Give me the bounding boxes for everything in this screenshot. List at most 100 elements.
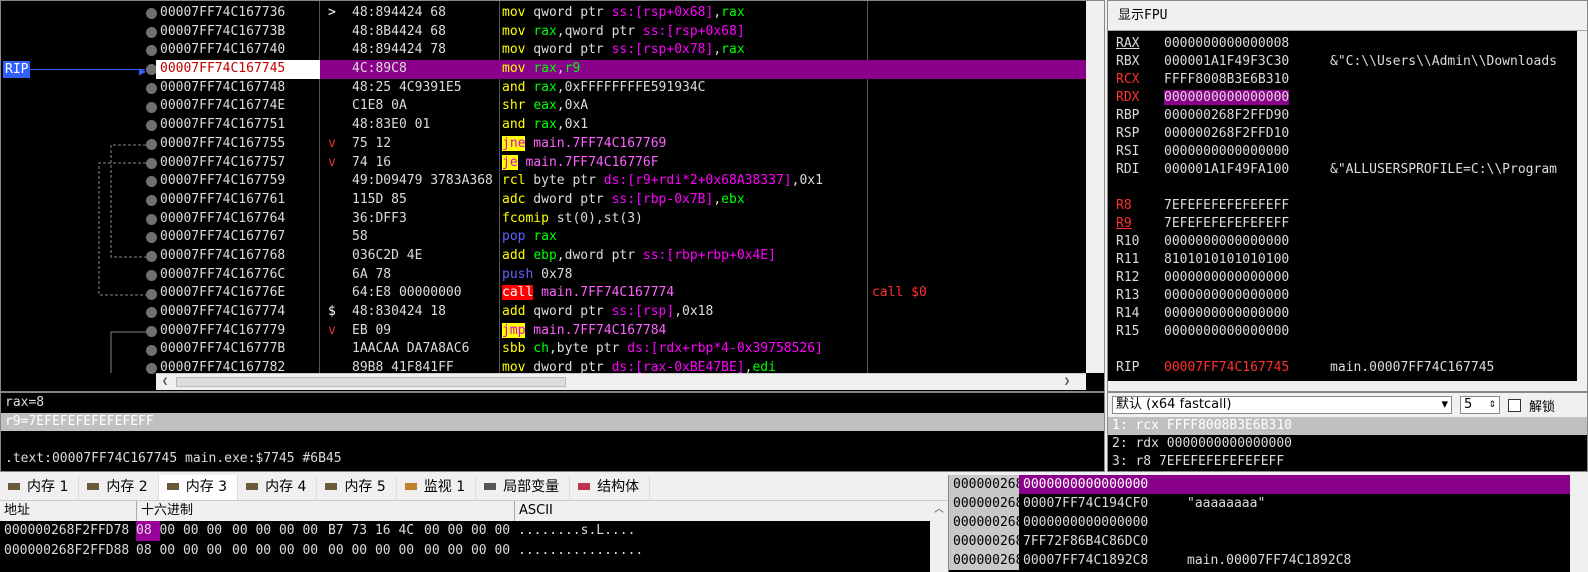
register-row[interactable]: R14 0000000000000000 <box>1116 305 1330 323</box>
disasm-row[interactable]: 00007FF74C167764 36:DFF3 fcomip st(0),st(3… <box>156 210 1086 229</box>
call-argument-row[interactable]: 1: rcx FFFF8008B3E6B310 <box>1108 417 1587 435</box>
disassembly-pane[interactable]: RIP ▶ 00007FF74C167736 >48:894424 68 mov q… <box>0 0 1105 392</box>
stack-row[interactable]: 000000268F2FFD30 00007FF74C1892C8 main.000… <box>949 551 1588 570</box>
register-value[interactable]: 00007FF74C167745 <box>1164 360 1289 373</box>
register-value[interactable]: 8101010101010100 <box>1164 252 1289 267</box>
disassembly-horizontal-scrollbar[interactable]: ❮ ❯ <box>156 373 1086 390</box>
call-argument-row[interactable]: 2: rdx 0000000000000000 <box>1108 435 1587 453</box>
disasm-row[interactable]: 00007FF74C167748 48:25 4C9391E5 and rax,0x… <box>156 79 1086 98</box>
memory-dump[interactable]: 地址 十六进制 ASCII 000000268F2FFD78 08 00 00 0… <box>0 501 930 572</box>
disasm-row[interactable]: 00007FF74C167761 115D 85 adc dword ptr ss:… <box>156 191 1086 210</box>
register-value[interactable]: 0000000000000000 <box>1164 90 1290 105</box>
call-arguments-pane[interactable]: 默认 (x64 fastcall) ▾ 5 ⇕ 解锁 1: rcx FFFF8008… <box>1107 392 1588 472</box>
tab-3[interactable]: 内存 3 <box>158 475 239 500</box>
convention-select[interactable]: 默认 (x64 fastcall) ▾ <box>1112 396 1452 414</box>
register-row[interactable]: RAX 0000000000000008 <box>1116 35 1330 53</box>
register-row[interactable]: R13 0000000000000000 <box>1116 287 1330 305</box>
register-value[interactable]: 000000268F2FFD10 <box>1164 126 1289 141</box>
dump-ascii[interactable]: ........s.L.... <box>518 521 635 541</box>
address-column-header[interactable]: 地址 <box>0 501 30 521</box>
register-value[interactable]: 0000000000000000 <box>1164 288 1289 303</box>
disasm-row[interactable]: 00007FF74C167745 4C:89C8 mov rax,r9 <box>156 60 1086 79</box>
disasm-row[interactable]: 00007FF74C167755 v 75 12 jne main.7FF74C167… <box>156 135 1086 154</box>
tab-7[interactable]: 局部变量 <box>476 475 571 500</box>
stack-row[interactable]: 000000268F2FFD28 7FF72F86B4C86DC0 <box>949 532 1588 551</box>
dump-ascii[interactable]: ................ <box>518 541 643 561</box>
disasm-row[interactable]: 00007FF74C167740 48:894424 78 mov qword pt… <box>156 41 1086 60</box>
disasm-row[interactable]: 00007FF74C167757 v 74 16 je main.7FF74C1677… <box>156 154 1086 173</box>
disasm-row[interactable]: 00007FF74C167774 $48:830424 18 add qword p… <box>156 303 1086 322</box>
register-row[interactable]: R11 8101010101010100 <box>1116 251 1330 269</box>
register-row[interactable]: R9 7EFEFEFEFEFEFEFF <box>1116 215 1330 233</box>
tab-4[interactable]: 内存 4 <box>238 475 318 500</box>
register-value[interactable]: 0000000000000000 <box>1164 270 1289 285</box>
register-row[interactable]: R15 0000000000000000 <box>1116 323 1330 341</box>
disasm-row[interactable]: 00007FF74C167779 v EB 09 jmp main.7FF74C167… <box>156 322 1086 341</box>
register-value[interactable]: 7EFEFEFEFEFEFEFF <box>1164 198 1289 213</box>
disasm-row[interactable]: 00007FF74C167751 48:83E0 01 and rax,0x1 <box>156 116 1086 135</box>
disasm-row[interactable]: 00007FF74C167768 036C2D 4E add ebp,dword p… <box>156 247 1086 266</box>
scroll-left-icon[interactable]: ❮ <box>158 375 172 389</box>
scroll-right-icon[interactable]: ❯ <box>1060 375 1074 389</box>
register-row[interactable]: R12 0000000000000000 <box>1116 269 1330 287</box>
register-row[interactable]: R10 0000000000000000 <box>1116 233 1330 251</box>
dump-hex-group[interactable]: 00 00 00 00 <box>424 521 510 541</box>
ascii-column-header[interactable]: ASCII <box>514 501 553 521</box>
argument-count-stepper[interactable]: 5 ⇕ <box>1460 396 1500 414</box>
stack-row[interactable]: 000000268F2FFD18 00007FF74C194CF0 "aaaaaaa… <box>949 494 1588 513</box>
tab-6[interactable]: 监视 1 <box>397 475 477 500</box>
tab-5[interactable]: 内存 5 <box>317 475 397 500</box>
disasm-row[interactable]: 00007FF74C16774E C1E8 0A shr eax,0xA <box>156 97 1086 116</box>
disasm-row[interactable]: 00007FF74C16773B 48:8B4424 68 mov rax,qwor… <box>156 23 1086 42</box>
register-row[interactable]: RSP 000000268F2FFD10 <box>1116 125 1330 143</box>
disasm-row[interactable]: 00007FF74C16776E 64:E8 00000000 call main.… <box>156 284 1086 303</box>
registers-horizontal-scrollbar[interactable] <box>1108 381 1587 391</box>
dump-hex-group[interactable]: 08 00 00 00 <box>136 521 222 541</box>
dump-hex-group[interactable]: 00 00 00 00 <box>232 541 318 561</box>
disasm-row[interactable]: 00007FF74C16776C 6A 78 push 0x78 <box>156 266 1086 285</box>
register-value[interactable]: 0000000000000008 <box>1164 36 1289 51</box>
disasm-row[interactable]: 00007FF74C167767 58 pop rax <box>156 228 1086 247</box>
dump-hex-group[interactable]: 00 00 00 00 <box>424 541 510 561</box>
stack-row[interactable]: 000000268F2FFD10 0000000000000000 <box>949 475 1588 494</box>
register-value[interactable]: 000001A1F49F3C30 <box>1164 54 1289 69</box>
scroll-up-icon[interactable]: ︿ <box>932 503 946 517</box>
disasm-row[interactable]: 00007FF74C16777B 1AACAA DA7A8AC6 sbb ch,by… <box>156 340 1086 359</box>
register-value[interactable]: 0000000000000000 <box>1164 144 1289 159</box>
register-value[interactable]: FFFF8008B3E6B310 <box>1164 72 1289 87</box>
dump-row[interactable]: 000000268F2FFD78 08 00 00 00 00 00 00 00 B7… <box>0 521 930 541</box>
dump-hex-group[interactable]: 00 00 00 00 <box>328 541 414 561</box>
dump-hex-group[interactable]: B7 73 16 4C <box>328 521 414 541</box>
scroll-thumb[interactable] <box>176 377 566 387</box>
register-row[interactable]: RDX 0000000000000000 <box>1116 89 1330 107</box>
register-row[interactable]: R8 7EFEFEFEFEFEFEFF <box>1116 197 1330 215</box>
register-value[interactable]: 0000000000000000 <box>1164 324 1289 339</box>
stack-pane[interactable]: 000000268F2FFD10000000000000000000000026… <box>948 475 1588 572</box>
dump-hex-group[interactable]: 00 00 00 00 <box>232 521 318 541</box>
register-value[interactable]: 000000268F2FFD90 <box>1164 108 1289 123</box>
register-value[interactable]: 0000000000000000 <box>1164 234 1289 249</box>
dump-hex-group[interactable]: 08 00 00 00 <box>136 541 222 561</box>
tab-8[interactable]: 结构体 <box>570 475 651 500</box>
hex-column-header[interactable]: 十六进制 <box>136 501 193 521</box>
register-value[interactable]: 000001A1F49FA100 <box>1164 162 1289 177</box>
tab-2[interactable]: 内存 2 <box>79 475 159 500</box>
register-row[interactable]: RSI 0000000000000000 <box>1116 143 1330 161</box>
register-row[interactable]: RCX FFFF8008B3E6B310 <box>1116 71 1330 89</box>
dump-vertical-scrollbar[interactable]: ︿ <box>930 501 948 572</box>
register-row[interactable]: RBX 000001A1F49F3C30 &"C:\\Users\\Admin\\D… <box>1116 53 1557 71</box>
dump-row[interactable]: 000000268F2FFD88 08 00 00 00 00 00 00 00 00… <box>0 541 930 561</box>
stack-vertical-scrollbar[interactable] <box>1570 475 1588 572</box>
register-value[interactable]: 0000000000000000 <box>1164 306 1289 321</box>
register-row[interactable]: RDI 000001A1F49FA100 &"ALLUSERSPROFILE=C:\… <box>1116 161 1557 179</box>
registers-vertical-scrollbar[interactable] <box>1577 31 1587 383</box>
call-argument-row[interactable]: 3: r8 7EFEFEFEFEFEFEFF <box>1108 453 1587 471</box>
tab-1[interactable]: 内存 1 <box>0 475 80 500</box>
fpu-toggle-button[interactable]: 显示FPU <box>1108 1 1587 31</box>
disassembly-vertical-scrollbar[interactable] <box>1086 1 1104 373</box>
unlock-checkbox[interactable] <box>1508 398 1521 412</box>
register-value[interactable]: 7EFEFEFEFEFEFEFF <box>1164 216 1289 231</box>
stack-row[interactable]: 000000268F2FFD20 0000000000000000 <box>949 513 1588 532</box>
register-row[interactable]: RIP 00007FF74C167745 main.00007FF74C167745 <box>1116 359 1494 373</box>
register-row[interactable]: RBP 000000268F2FFD90 <box>1116 107 1330 125</box>
